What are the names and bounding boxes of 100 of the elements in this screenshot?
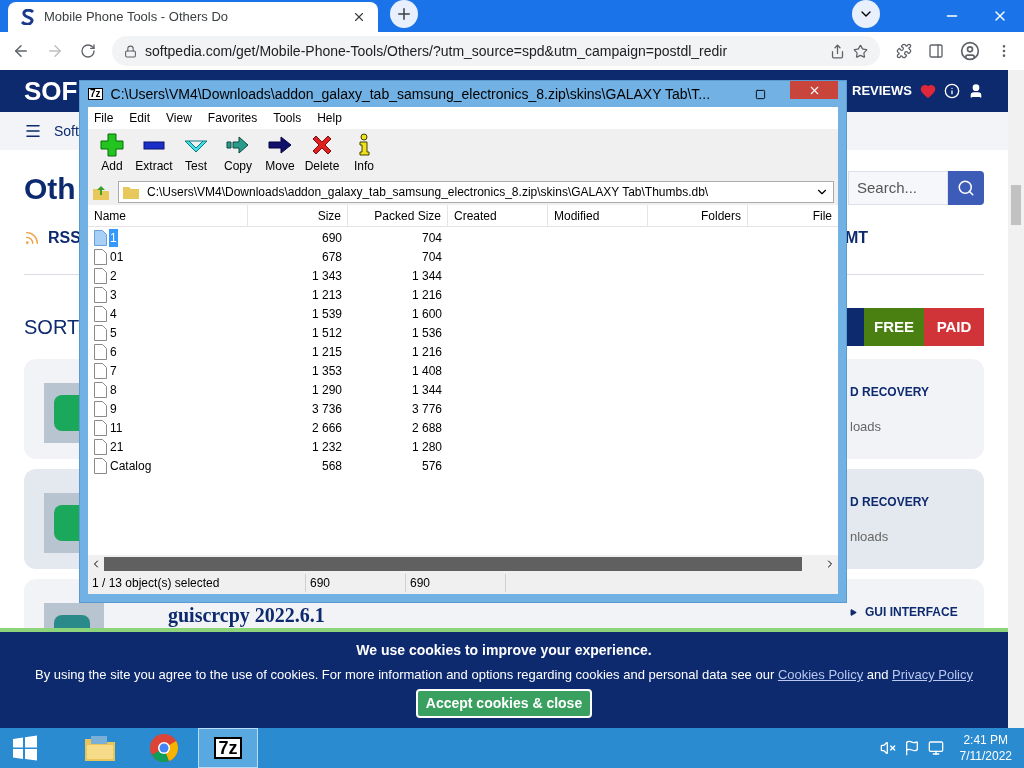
browser-tab[interactable]: Mobile Phone Tools - Others Do <box>8 2 378 32</box>
side-panel-icon[interactable] <box>928 43 944 59</box>
delete-icon <box>310 133 334 157</box>
category-label[interactable]: GUI INTERFACE <box>865 603 958 621</box>
new-tab-button[interactable] <box>390 0 418 28</box>
windows-start-icon[interactable] <box>12 735 38 761</box>
plus-icon <box>395 5 413 23</box>
share-icon[interactable] <box>830 43 845 59</box>
path-field[interactable]: C:\Users\VM4\Downloads\addon_galaxy_tab_samsung_electronics_8.zip\skins\GALAXY Tab\Thumbs.db\ <box>118 181 834 203</box>
menu-item[interactable]: Favorites <box>207 109 258 127</box>
packed-size-cell-text: 1 344 <box>410 267 443 285</box>
column-header[interactable]: Folders <box>648 205 748 226</box>
column-header[interactable]: Name <box>88 205 248 226</box>
lock-icon <box>124 44 137 58</box>
column-header[interactable]: File <box>748 205 838 226</box>
flag-icon[interactable] <box>903 740 920 756</box>
nav-link[interactable]: REVIEWS <box>852 81 912 101</box>
file-name[interactable]: Catalog <box>109 456 153 475</box>
address-bar[interactable]: softpedia.com/get/Mobile-Phone-Tools/Others/?utm_source=spd&utm_campaign=postdl_redir <box>112 36 880 66</box>
clock[interactable]: 2:41 PM 7/11/2022 <box>959 732 1012 764</box>
menu-item[interactable]: File <box>94 109 114 127</box>
menu-item[interactable]: Edit <box>129 109 151 127</box>
user-icon[interactable] <box>968 83 984 99</box>
plus-icon <box>100 133 124 157</box>
info-icon[interactable] <box>944 83 960 99</box>
close-icon[interactable] <box>352 10 366 24</box>
scrollbar[interactable] <box>1008 70 1024 728</box>
file-name[interactable]: 6 <box>109 342 118 361</box>
file-name[interactable]: 8 <box>109 380 118 399</box>
toolbar-button[interactable]: Copy <box>220 133 256 175</box>
folder-up-icon[interactable] <box>92 183 110 201</box>
file-name[interactable]: 3 <box>109 285 118 304</box>
file-icon <box>94 362 107 379</box>
file-name[interactable]: 4 <box>109 304 118 323</box>
bullet-icon <box>850 608 857 616</box>
file-name[interactable]: 11 <box>109 418 124 437</box>
network-icon[interactable] <box>927 740 944 756</box>
size-cell-text: 3 736 <box>310 400 343 418</box>
muted-speaker-icon[interactable] <box>879 740 896 756</box>
toolbar-button[interactable]: Extract <box>136 133 172 175</box>
tab-title: Mobile Phone Tools - Others Do <box>44 8 230 27</box>
breadcrumb[interactable]: Soft <box>54 120 79 142</box>
search-button[interactable] <box>948 171 984 205</box>
file-name[interactable]: 5 <box>109 323 118 342</box>
size-cell-text: 1 290 <box>310 381 343 399</box>
column-header[interactable]: Created <box>448 205 548 226</box>
reload-icon[interactable] <box>80 43 96 59</box>
toolbar-button[interactable]: Test <box>178 133 214 175</box>
arrow-icon <box>226 133 250 157</box>
taskbar-app[interactable]: 7z <box>198 728 258 768</box>
toolbar-button[interactable]: Delete <box>304 133 340 175</box>
file-icon <box>94 229 107 246</box>
heart-icon[interactable] <box>920 83 936 99</box>
arrow-icon <box>268 133 292 157</box>
file-name[interactable]: 21 <box>109 437 125 456</box>
size-cell-text: 568 <box>320 457 343 475</box>
category-label[interactable]: D RECOVERY <box>850 493 929 511</box>
menu-item[interactable]: Tools <box>273 109 302 127</box>
tab-search-button[interactable] <box>852 0 880 28</box>
maximize-icon[interactable] <box>755 88 766 100</box>
chrome-icon <box>149 733 179 763</box>
packed-size-cell-text: 704 <box>420 229 443 247</box>
file-icon <box>94 324 107 341</box>
back-icon[interactable] <box>12 42 30 60</box>
cookie-text: By using the site you agree to the use of cookies. For more information and options regarding cookies and personal data see our Cookies Policy and Privacy Policy <box>34 666 973 684</box>
search-field[interactable]: Search... <box>848 171 948 205</box>
size-cell-text: 1 343 <box>310 267 343 285</box>
category-label[interactable]: D RECOVERY <box>850 383 929 401</box>
file-name[interactable]: 2 <box>109 266 118 285</box>
packed-size-cell-text: 1 408 <box>410 362 443 380</box>
menu-item[interactable]: Help <box>317 109 342 127</box>
file-icon <box>94 381 107 398</box>
app-title[interactable]: guiscrcpy 2022.6.1 <box>168 603 325 628</box>
filter-button[interactable]: PAID <box>924 308 984 346</box>
column-header[interactable]: Size <box>248 205 348 226</box>
file-name[interactable]: 9 <box>109 399 118 418</box>
filter-button[interactable]: FREE <box>864 308 924 346</box>
packed-size-cell-text: 1 600 <box>410 305 443 323</box>
profile-icon[interactable] <box>960 41 980 61</box>
status-text: 690 <box>406 574 506 592</box>
site-logo[interactable]: SOF <box>24 71 78 111</box>
toolbar-button[interactable]: Add <box>94 133 130 175</box>
file-name[interactable]: 01 <box>109 247 125 266</box>
privacy-policy-link[interactable]: Privacy Policy <box>892 667 973 682</box>
rss-link[interactable]: RSS <box>48 226 81 250</box>
window-title: C:\Users\VM4\Downloads\addon_galaxy_tab_samsung_electronics_8.zip\skins\GALAXY Tab\T... <box>110 84 712 104</box>
star-icon[interactable] <box>853 43 868 59</box>
column-header[interactable]: Modified <box>548 205 648 226</box>
file-name[interactable]: 7 <box>109 361 118 380</box>
menu-icon[interactable] <box>24 122 42 140</box>
toolbar-button[interactable]: Move <box>262 133 298 175</box>
toolbar-button[interactable]: Info <box>346 133 382 175</box>
menu-item[interactable]: View <box>166 109 192 127</box>
packed-size-cell-text: 1 344 <box>410 381 443 399</box>
horizontal-scrollbar[interactable] <box>88 555 838 572</box>
extensions-icon[interactable] <box>896 43 912 59</box>
cookies-policy-link[interactable]: Cookies Policy <box>777 667 864 682</box>
file-icon <box>94 419 107 436</box>
column-header[interactable]: Packed Size <box>348 205 448 226</box>
packed-size-cell-text: 3 776 <box>410 400 443 418</box>
